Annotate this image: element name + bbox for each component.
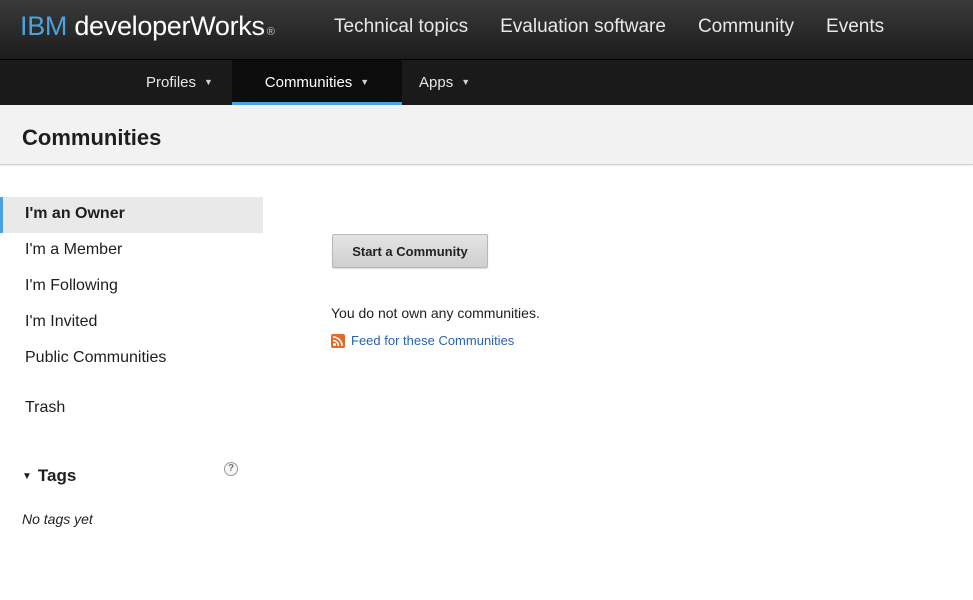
sidebar-item-owner[interactable]: I'm an Owner (0, 197, 263, 233)
topnav-community[interactable]: Community (698, 16, 794, 38)
chevron-down-icon: ▼ (204, 77, 213, 87)
brand-ibm: IBM (20, 11, 68, 41)
sidebar-item-trash[interactable]: Trash (0, 391, 263, 427)
no-tags-message: No tags yet (22, 511, 93, 527)
masthead: IBM developerWorks ® Technical topics Eva… (0, 0, 973, 60)
brand-developerworks: developerWorks (74, 11, 265, 41)
top-nav: Technical topics Evaluation software Com… (334, 16, 916, 38)
registered-mark: ® (266, 26, 275, 38)
sidebar-item-following[interactable]: I'm Following (0, 269, 263, 305)
empty-state-message: You do not own any communities. (331, 305, 540, 321)
sidebar-item-invited[interactable]: I'm Invited (0, 305, 263, 341)
chevron-down-icon: ▼ (360, 77, 370, 87)
subnav-apps-label: Apps (419, 74, 454, 91)
help-icon[interactable]: ? (224, 462, 238, 476)
brand-logo[interactable]: IBM developerWorks ® (20, 11, 275, 42)
feed-row: Feed for these Communities (331, 333, 514, 348)
topnav-evaluation-software[interactable]: Evaluation software (500, 16, 666, 38)
subnav-apps[interactable]: Apps ▼ (419, 60, 470, 105)
tags-title: Tags (37, 466, 77, 485)
topnav-events[interactable]: Events (826, 16, 884, 38)
start-community-button[interactable]: Start a Community (332, 234, 488, 268)
subnav-communities[interactable]: Communities ▼ (232, 60, 402, 105)
page-header: Communities (0, 105, 973, 165)
subnav-profiles[interactable]: Profiles ▼ (146, 60, 213, 105)
rss-feed-icon[interactable] (331, 333, 345, 348)
sidebar-item-member[interactable]: I'm a Member (0, 233, 263, 269)
sidebar-item-public[interactable]: Public Communities (0, 341, 263, 377)
tags-toggle[interactable]: ▼ Tags (22, 466, 76, 486)
page-title: Communities (22, 125, 162, 150)
subnav-profiles-label: Profiles (146, 74, 197, 91)
feed-link[interactable]: Feed for these Communities (351, 333, 514, 348)
sidebar: I'm an Owner I'm a Member I'm Following … (0, 197, 263, 427)
secondary-nav: Profiles ▼ Communities ▼ Apps ▼ (0, 60, 973, 105)
topnav-technical-topics[interactable]: Technical topics (334, 16, 468, 38)
caret-down-icon: ▼ (22, 471, 32, 482)
subnav-communities-label: Communities (264, 74, 353, 91)
chevron-down-icon: ▼ (461, 77, 471, 87)
